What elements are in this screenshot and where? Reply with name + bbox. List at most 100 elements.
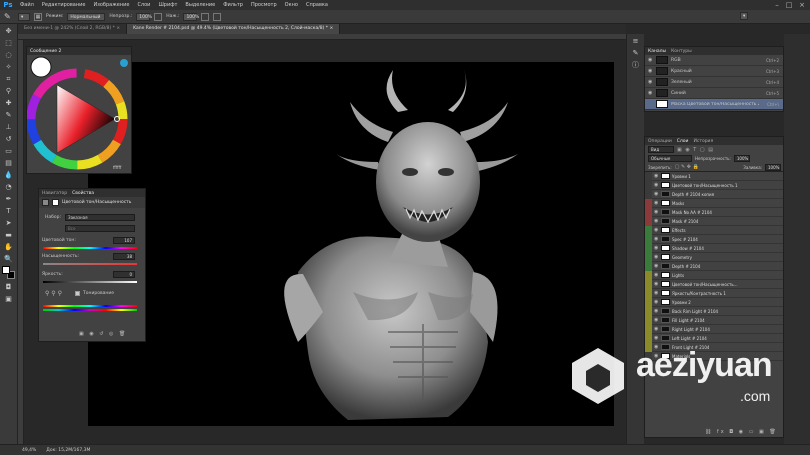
type-tool-icon[interactable]: T xyxy=(4,206,14,216)
brush-tool-icon[interactable]: ✎ xyxy=(4,110,14,120)
brush-panel-icon[interactable]: ▦ xyxy=(34,12,42,21)
flow-field[interactable]: 100% xyxy=(183,12,199,21)
layer-row[interactable]: ◉ Mask No AA # 2104 xyxy=(645,207,783,217)
channel-row-red[interactable]: ◉ Красный Ctrl+3 xyxy=(645,66,783,77)
visibility-eye-icon[interactable]: ◉ xyxy=(648,90,653,96)
close-icon[interactable]: × xyxy=(797,0,807,10)
layer-row[interactable]: ◉ Цветовой тон/Насыщенность 1 xyxy=(645,180,783,190)
visibility-eye-icon[interactable]: ◉ xyxy=(654,173,659,179)
layer-row[interactable]: ◉ Depth # 2104 xyxy=(645,261,783,271)
visibility-eye-icon[interactable]: ◉ xyxy=(654,218,659,224)
zoom-tool-icon[interactable]: 🔍 xyxy=(4,254,14,264)
visibility-eye-icon[interactable]: ◉ xyxy=(654,200,659,206)
visibility-eye-icon[interactable] xyxy=(648,102,653,107)
tab-actions[interactable]: Операции xyxy=(648,139,672,144)
tab-history[interactable]: История xyxy=(693,139,713,144)
layer-row[interactable]: ◉ Цветовой тон/Насыщенность... xyxy=(645,279,783,289)
canvas[interactable] xyxy=(88,62,614,426)
opacity-field[interactable]: 100% xyxy=(136,12,152,21)
layer-row[interactable]: ◉ Right Light # 2104 xyxy=(645,324,783,334)
saturation-field[interactable]: 38 xyxy=(113,253,135,260)
blur-tool-icon[interactable]: 💧 xyxy=(4,170,14,180)
mode-select[interactable]: Нормальный xyxy=(67,12,106,21)
tab-properties[interactable]: Свойства xyxy=(72,191,94,196)
preset-select[interactable]: Заказная xyxy=(65,214,135,221)
menu-window[interactable]: Окно xyxy=(281,0,302,10)
saturation-slider[interactable] xyxy=(43,263,137,265)
filter-icons[interactable]: ▣ ◉ T ▢ ▤ xyxy=(677,147,714,153)
lasso-tool-icon[interactable]: ◌ xyxy=(4,50,14,60)
layer-row[interactable]: ◉ Effects xyxy=(645,225,783,235)
visibility-eye-icon[interactable]: ◉ xyxy=(654,245,659,251)
menu-help[interactable]: Справка xyxy=(302,0,332,10)
visibility-eye-icon[interactable]: ◉ xyxy=(648,57,653,63)
brush-tool-icon[interactable]: ✎ xyxy=(4,12,14,22)
visibility-eye-icon[interactable]: ◉ xyxy=(654,263,659,269)
tab-channels[interactable]: Каналы xyxy=(648,49,666,54)
visibility-eye-icon[interactable]: ◉ xyxy=(654,236,659,242)
visibility-eye-icon[interactable]: ◉ xyxy=(654,254,659,260)
channel-row-mask[interactable]: Маска Цветовой тон/Насыщенность 2 Ctrl+\ xyxy=(645,99,783,110)
tab-document-2[interactable]: Kane Render # 2104.psd @ 49.4% (Цветовой… xyxy=(127,24,341,34)
history-brush-icon[interactable]: ↺ xyxy=(4,134,14,144)
layer-row[interactable]: ◉ Уровни 2 xyxy=(645,297,783,307)
layer-row[interactable]: ◉ Left Light # 2104 xyxy=(645,333,783,343)
mask-icon[interactable] xyxy=(52,199,59,206)
airbrush-icon[interactable] xyxy=(201,12,210,21)
brush-size-picker[interactable]: ▾ xyxy=(18,12,30,21)
eraser-icon[interactable]: ▭ xyxy=(4,146,14,156)
channel-row-blue[interactable]: ◉ Синий Ctrl+5 xyxy=(645,88,783,99)
layer-row[interactable]: ◉ Fill Light # 2104 xyxy=(645,315,783,325)
layer-opacity-field[interactable]: 100% xyxy=(733,155,750,162)
layer-row[interactable]: ◉ Geometry xyxy=(645,252,783,262)
channel-row-rgb[interactable]: ◉ RGB Ctrl+2 xyxy=(645,55,783,66)
quick-mask-icon[interactable]: ◘ xyxy=(4,282,14,292)
layer-row[interactable]: ◉ Masks xyxy=(645,198,783,208)
pressure-opacity-icon[interactable] xyxy=(154,12,163,21)
visibility-eye-icon[interactable]: ◉ xyxy=(654,290,659,296)
healing-brush-icon[interactable]: ✚ xyxy=(4,98,14,108)
visibility-eye-icon[interactable]: ◉ xyxy=(654,335,659,341)
channel-select[interactable]: Все xyxy=(65,225,135,232)
visibility-eye-icon[interactable]: ◉ xyxy=(648,68,653,74)
foreground-color[interactable] xyxy=(1,266,10,274)
magic-wand-icon[interactable]: ✧ xyxy=(4,62,14,72)
history-panel-icon[interactable]: ≡ xyxy=(631,36,641,46)
shape-tool-icon[interactable]: ▬ xyxy=(4,230,14,240)
layer-row[interactable]: ◉ Depth # 2104 копия xyxy=(645,189,783,199)
layer-row[interactable]: ◉ Spec # 2104 xyxy=(645,234,783,244)
visibility-eye-icon[interactable]: ◉ xyxy=(654,227,659,233)
layer-row[interactable]: ◉ Shadow # 2104 xyxy=(645,243,783,253)
visibility-eye-icon[interactable]: ◉ xyxy=(654,326,659,332)
layer-fill-field[interactable]: 100% xyxy=(765,163,781,171)
pen-tool-icon[interactable]: ✒ xyxy=(4,194,14,204)
maximize-icon[interactable]: □ xyxy=(784,0,794,10)
dodge-tool-icon[interactable]: ◔ xyxy=(4,182,14,192)
menu-type[interactable]: Шрифт xyxy=(154,0,181,10)
screen-mode-icon[interactable]: ▣ xyxy=(4,294,14,304)
workspace-select[interactable]: ▾ xyxy=(740,12,749,20)
menu-layers[interactable]: Слои xyxy=(133,0,154,10)
visibility-eye-icon[interactable]: ◉ xyxy=(654,281,659,287)
hue-field[interactable]: 107 xyxy=(113,237,135,244)
layer-row[interactable]: ◉ Back Rim Light # 2104 xyxy=(645,306,783,316)
zoom-level[interactable]: 49,4% xyxy=(22,448,36,453)
color-wheel[interactable] xyxy=(26,55,131,173)
lightness-field[interactable]: 0 xyxy=(113,271,135,278)
properties-footer-icons[interactable]: ▣ ◉ ↺ ◎ 🗑 xyxy=(79,331,127,337)
tab-layers[interactable]: Слои xyxy=(677,139,689,144)
info-panel-icon[interactable]: ⓘ xyxy=(631,60,641,70)
layer-row[interactable]: ◉ Яркость/Контрастность 1 xyxy=(645,288,783,298)
eyedropper-icon[interactable]: ⚲ ⚲ ⚲ xyxy=(45,290,62,297)
menu-view[interactable]: Просмотр xyxy=(247,0,281,10)
visibility-eye-icon[interactable]: ◉ xyxy=(654,308,659,314)
brush-presets-icon[interactable]: ✎ xyxy=(631,48,641,58)
visibility-eye-icon[interactable]: ◉ xyxy=(654,191,659,197)
move-tool-icon[interactable]: ✥ xyxy=(4,26,14,36)
visibility-eye-icon[interactable]: ◉ xyxy=(648,79,653,85)
visibility-eye-icon[interactable]: ◉ xyxy=(654,299,659,305)
menu-image[interactable]: Изображение xyxy=(89,0,133,10)
lock-icons[interactable]: ▢ ✎ ✥ 🔒 xyxy=(675,164,699,170)
colorize-checkbox[interactable] xyxy=(75,291,80,296)
lightness-slider[interactable] xyxy=(43,281,137,283)
